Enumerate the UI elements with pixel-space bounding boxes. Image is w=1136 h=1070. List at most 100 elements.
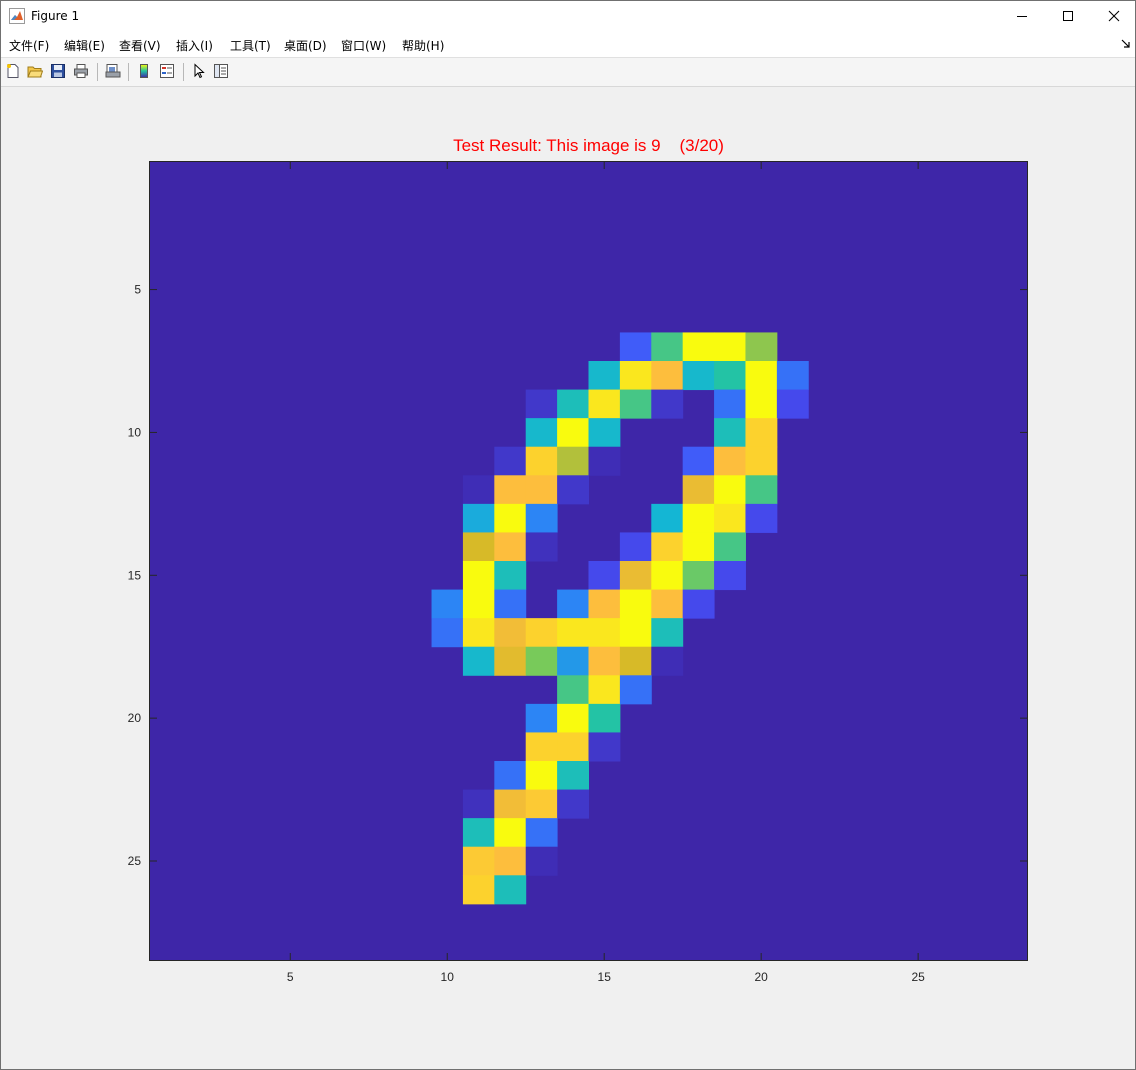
heatmap-cell bbox=[588, 561, 621, 591]
heatmap-cell bbox=[525, 732, 558, 762]
heatmap-cell bbox=[682, 589, 715, 619]
heatmap-cell bbox=[557, 703, 589, 733]
heatmap-cell bbox=[557, 389, 589, 419]
heatmap-cell bbox=[588, 418, 621, 448]
heatmap-cell bbox=[494, 618, 527, 648]
heatmap-cell bbox=[651, 646, 684, 676]
heatmap-cell bbox=[557, 761, 589, 791]
heatmap-cell bbox=[557, 789, 589, 819]
heatmap-cell bbox=[714, 389, 746, 419]
heatmap-cell bbox=[682, 361, 715, 391]
heatmap-cell bbox=[462, 846, 495, 876]
heatmap-cell bbox=[588, 446, 621, 476]
heatmap-cell bbox=[651, 532, 684, 562]
heatmap-cell bbox=[494, 761, 527, 791]
heatmap-cell bbox=[525, 646, 558, 676]
heatmap-cell bbox=[557, 418, 589, 448]
heatmap-cell bbox=[494, 875, 527, 905]
heatmap-cell bbox=[525, 703, 558, 733]
heatmap-cell bbox=[745, 503, 778, 533]
heatmap-cell bbox=[494, 818, 527, 848]
heatmap-cell bbox=[588, 703, 621, 733]
figure-canvas: 5 10 15 20 25 5 10 15 20 25 bbox=[128, 161, 1028, 984]
heatmap-cell bbox=[588, 618, 621, 648]
heatmap-cell bbox=[714, 418, 746, 448]
heatmap-cell bbox=[619, 361, 652, 391]
heatmap-cell bbox=[525, 789, 558, 819]
heatmap-cell bbox=[557, 446, 589, 476]
heatmap-cell bbox=[462, 503, 495, 533]
heatmap-cell bbox=[494, 646, 527, 676]
heatmap-cell bbox=[494, 475, 527, 505]
x-tick-label: 20 bbox=[754, 970, 768, 984]
heatmap-cell bbox=[651, 561, 684, 591]
heatmap-cell bbox=[525, 446, 558, 476]
x-tick-label: 10 bbox=[441, 970, 455, 984]
heatmap-cell bbox=[557, 732, 589, 762]
heatmap-cell bbox=[494, 446, 527, 476]
heatmap-cell bbox=[557, 475, 589, 505]
heatmap-cell bbox=[462, 618, 495, 648]
heatmap-cell bbox=[651, 389, 684, 419]
heatmap-cell bbox=[745, 446, 778, 476]
heatmap-cell bbox=[588, 589, 621, 619]
heatmap-cell bbox=[714, 446, 746, 476]
heatmap-cell bbox=[619, 589, 652, 619]
y-tick-label: 5 bbox=[134, 283, 141, 297]
heatmap-cell bbox=[525, 818, 558, 848]
heatmap-cell bbox=[776, 361, 809, 391]
heatmap-cell bbox=[682, 446, 715, 476]
heatmap-cell bbox=[619, 675, 652, 705]
heatmap-cell bbox=[462, 532, 495, 562]
plot-title: Test Result: This image is 9 (3/20) bbox=[453, 136, 724, 155]
heatmap-cell bbox=[525, 846, 558, 876]
heatmap-cell bbox=[525, 475, 558, 505]
x-tick-label: 25 bbox=[911, 970, 925, 984]
heatmap-cell bbox=[494, 503, 527, 533]
heatmap-cell bbox=[714, 475, 746, 505]
heatmap-cell bbox=[714, 561, 746, 591]
heatmap-cell bbox=[525, 503, 558, 533]
heatmap-cell bbox=[745, 475, 778, 505]
heatmap-cell bbox=[682, 475, 715, 505]
heatmap-cell bbox=[557, 589, 589, 619]
heatmap-cell bbox=[651, 361, 684, 391]
heatmap-cell bbox=[619, 389, 652, 419]
heatmap-cell bbox=[525, 389, 558, 419]
heatmap-cell bbox=[651, 332, 684, 362]
heatmap-cell bbox=[651, 618, 684, 648]
heatmap-cell bbox=[745, 361, 778, 391]
heatmap-cell bbox=[714, 532, 746, 562]
heatmap-cell bbox=[588, 361, 621, 391]
heatmap-cell bbox=[588, 389, 621, 419]
heatmap-cell bbox=[462, 475, 495, 505]
heatmap-cell bbox=[745, 389, 778, 419]
heatmap-cell bbox=[494, 589, 527, 619]
heatmap-cell bbox=[557, 618, 589, 648]
heatmap-cell bbox=[494, 789, 527, 819]
heatmap-cell bbox=[525, 532, 558, 562]
heatmap-cell bbox=[494, 561, 527, 591]
y-tick-label: 25 bbox=[128, 854, 142, 868]
heatmap-cell bbox=[462, 789, 495, 819]
figure-window: Figure 1 文件(F) 编辑(E) 查看(V) 插入(I) 工具(T) 桌… bbox=[0, 0, 1136, 1070]
heatmap-cell bbox=[494, 532, 527, 562]
heatmap-cell bbox=[462, 589, 495, 619]
heatmap-cell bbox=[588, 675, 621, 705]
heatmap-cell bbox=[431, 618, 464, 648]
heatmap-cell bbox=[714, 361, 746, 391]
heatmap-cell bbox=[462, 646, 495, 676]
heatmap-cell bbox=[494, 846, 527, 876]
heatmap-cell bbox=[651, 589, 684, 619]
y-tick-label: 20 bbox=[128, 711, 142, 725]
x-tick-label: 15 bbox=[598, 970, 612, 984]
heatmap-cell bbox=[619, 646, 652, 676]
heatmap-cell bbox=[525, 418, 558, 448]
heatmap-cell bbox=[682, 503, 715, 533]
heatmap-cell bbox=[588, 646, 621, 676]
heatmap-cell bbox=[682, 332, 715, 362]
heatmap-cell bbox=[462, 818, 495, 848]
heatmap-cell bbox=[462, 875, 495, 905]
heatmap-cell bbox=[557, 675, 589, 705]
heatmap-cell bbox=[619, 561, 652, 591]
